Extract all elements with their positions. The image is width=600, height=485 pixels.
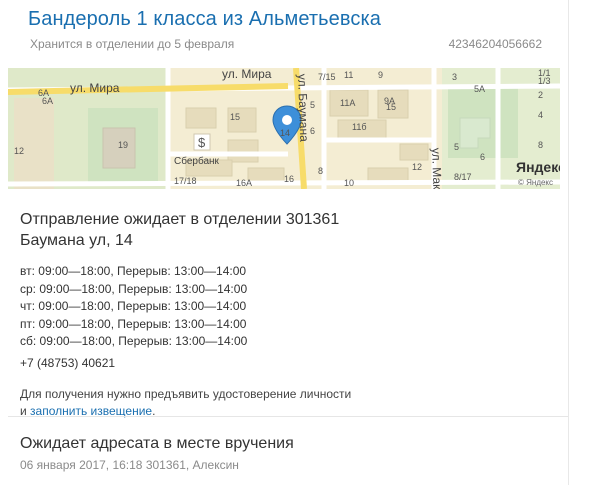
bldg-14: 10 [344, 178, 354, 188]
bank-label: Сбербанк [174, 155, 220, 167]
office-address: Баумана ул, 14 [20, 232, 133, 249]
bldg-6: 11 [344, 70, 353, 80]
bldg-22: 6 [480, 152, 485, 162]
bldg-17: 17/18 [174, 176, 197, 186]
office-info: Отправление ожидает в отделении 301361 Б… [20, 209, 351, 421]
bldg-19: 5А [474, 84, 485, 94]
event-title: Ожидает адресата в месте вручения [20, 435, 294, 452]
bldg-27: 4 [538, 110, 543, 120]
bldg-3: 15 [230, 112, 240, 122]
bldg-26: 2 [538, 90, 543, 100]
bldg-25: 1/3 [538, 76, 551, 86]
bldg-13: 8 [318, 166, 323, 176]
office-hours: вт: 09:00—18:00, Перерыв: 13:00—14:00 ср… [20, 263, 351, 351]
tracking-event: Ожидает адресата в месте вручения 06 янв… [20, 435, 294, 472]
pickup-note-line2: и заполнить извещение. [20, 403, 351, 421]
bldg-28: 8 [538, 140, 543, 150]
event-meta: 06 января 2017, 16:18 301361, Алексин [20, 458, 239, 472]
bldg-15: 16 [284, 174, 294, 184]
bldg-2: 19 [118, 140, 128, 150]
bldg-5: 7/15 [318, 72, 336, 82]
tracking-number: 42346204056662 [448, 37, 542, 51]
bldg-18: 3 [452, 72, 457, 82]
street-label-3: ул. Баумана [295, 74, 311, 143]
bldg-30: 15 [386, 102, 396, 112]
bldg-11: 5 [310, 100, 315, 110]
bldg-8: 11А [340, 98, 355, 108]
bldg-4: 14 [280, 128, 290, 138]
section-divider [8, 416, 568, 417]
svg-text:© Яндекс: © Яндекс [518, 178, 553, 187]
bank-icon[interactable]: $ [193, 133, 211, 151]
storage-note: Хранится в отделении до 5 февраля [30, 37, 235, 51]
svg-text:Яндекс: Яндекс [516, 159, 560, 175]
parcel-title[interactable]: Бандероль 1 класса из Альметьевска [28, 8, 381, 31]
bldg-31: 12 [14, 146, 24, 156]
bldg-20: 6А [38, 88, 49, 98]
svg-text:$: $ [198, 135, 206, 150]
bldg-29: 12 [412, 162, 422, 172]
bldg-16: 16А [236, 178, 252, 188]
bldg-10: 11б [352, 122, 367, 132]
hours-row: сб: 09:00—18:00, Перерыв: 13:00—14:00 [20, 334, 248, 348]
office-status: Отправление ожидает в отделении 301361 [20, 211, 340, 228]
map[interactable]: $ ул. Мира ул. Мира ул. Баумана ул. Мак … [8, 68, 560, 189]
street-label-2: ул. Мира [222, 68, 272, 81]
right-border [568, 0, 569, 485]
bldg-12: 6 [310, 126, 315, 136]
bldg-7: 9 [378, 70, 383, 80]
hours-row: ср: 09:00—18:00, Перерыв: 13:00—14:00 [20, 281, 248, 296]
hours-row: пт: 09:00—18:00, Перерыв: 13:00—14:00 [20, 316, 247, 331]
street-label-1: ул. Мира [70, 81, 120, 95]
hours-row: чт: 09:00—18:00, Перерыв: 13:00—14:00 [20, 299, 247, 313]
pickup-note-text: Для получения нужно предъявить удостовер… [20, 386, 352, 401]
map-canvas[interactable]: $ ул. Мира ул. Мира ул. Баумана ул. Мак … [8, 68, 560, 189]
bldg-21: 5 [454, 142, 459, 152]
office-phone[interactable]: +7 (48753) 40621 [20, 356, 351, 370]
bldg-23: 8/17 [454, 172, 472, 182]
street-label-4: ул. Мак [429, 148, 444, 189]
hours-row: вт: 09:00—18:00, Перерыв: 13:00—14:00 [20, 264, 247, 278]
